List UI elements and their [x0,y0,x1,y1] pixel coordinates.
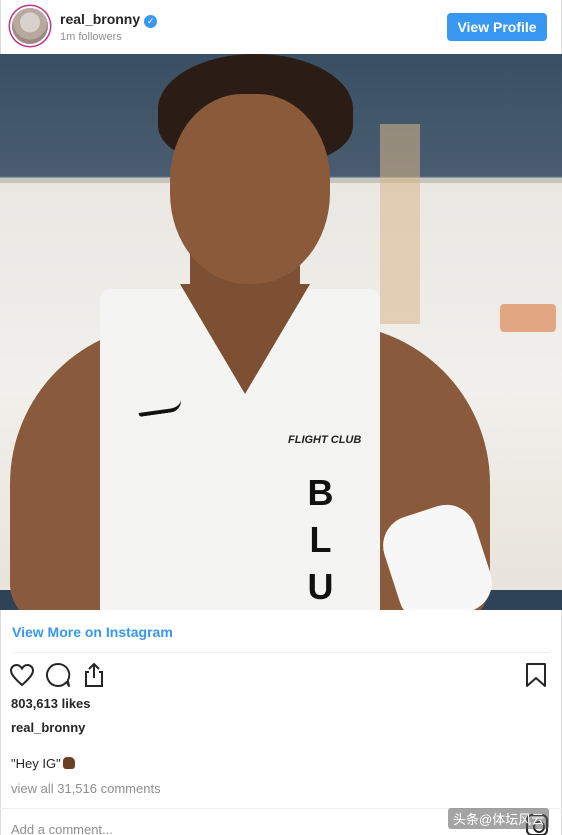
view-more-link[interactable]: View More on Instagram [12,624,173,640]
verified-badge-icon: ✓ [144,15,158,28]
username-row[interactable]: real_bronny ✓ [60,11,158,28]
view-all-comments-link[interactable]: view all 31,516 comments [11,781,161,796]
fist-emoji-icon [62,757,75,769]
avatar[interactable] [12,8,48,44]
caption: "Hey IG" [11,756,75,771]
jersey-neckline [180,284,310,394]
basketball-rim [500,304,556,332]
caption-text: "Hey IG" [11,756,61,771]
caption-username[interactable]: real_bronny [11,720,85,735]
follower-count: 1m followers [60,31,122,43]
gym-pole [380,124,420,324]
add-comment-input[interactable]: Add a comment... [11,822,113,835]
comment-icon[interactable] [44,661,72,689]
bookmark-icon[interactable] [522,661,550,689]
username[interactable]: real_bronny [60,11,140,27]
jersey-vertical-text: BLU [300,472,341,610]
jersey-letters: BLU [300,472,341,610]
player-head [170,94,330,284]
watermark: 头条@体坛风云 [448,808,550,829]
share-icon[interactable] [80,661,108,689]
jersey-brand-text: FLIGHT CLUB [288,434,362,446]
heart-icon[interactable] [8,661,36,689]
like-count[interactable]: 803,613 likes [11,696,91,711]
post-photo[interactable]: FLIGHT CLUB BLU [0,54,562,610]
view-profile-button[interactable]: View Profile [447,13,547,41]
post-header: real_bronny ✓ 1m followers View Profile [0,0,562,54]
divider [12,652,550,653]
